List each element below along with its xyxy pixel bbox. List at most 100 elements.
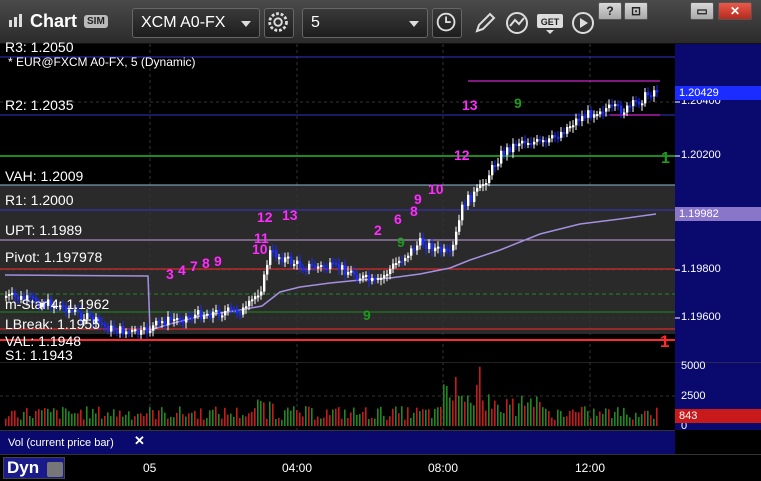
price-bar xyxy=(551,135,554,139)
volume-bar xyxy=(428,409,430,426)
symbol-dropdown[interactable]: XCM A0-FX xyxy=(132,8,260,38)
help-button[interactable]: ? xyxy=(598,2,622,20)
volume-bar xyxy=(95,413,97,426)
volume-bar xyxy=(17,417,19,426)
price-bar xyxy=(644,92,647,104)
seq-10: 10 xyxy=(428,181,444,197)
volume-bar xyxy=(401,406,403,426)
pencil-icon[interactable] xyxy=(472,10,498,36)
price-bar xyxy=(329,262,332,269)
price-bar xyxy=(182,321,185,324)
dynamic-button[interactable]: Dyn xyxy=(3,457,65,479)
price-bar xyxy=(242,307,245,315)
volume-bar xyxy=(230,413,232,426)
volume-bar xyxy=(323,417,325,426)
volume-bar xyxy=(188,413,190,426)
volume-bar xyxy=(458,396,460,426)
volume-bar xyxy=(56,410,58,426)
price-bar xyxy=(260,291,263,296)
settings-button[interactable] xyxy=(264,8,294,38)
volume-bar xyxy=(197,418,199,426)
price-bar xyxy=(542,140,545,143)
volume-bar xyxy=(209,410,211,426)
last-price-tag: 1.20429 xyxy=(675,86,761,100)
price-bar xyxy=(248,300,251,307)
volume-bar xyxy=(275,419,277,426)
price-bar xyxy=(440,246,443,253)
volume-bar xyxy=(425,409,427,426)
volume-bar xyxy=(500,411,502,426)
minimize-button[interactable]: ▭ xyxy=(690,2,714,20)
volume-bar xyxy=(536,396,538,426)
volume-bar xyxy=(176,412,178,426)
price-bar xyxy=(638,101,641,105)
volume-bar xyxy=(479,366,481,426)
price-bar xyxy=(389,268,392,275)
clock-button[interactable] xyxy=(432,8,462,38)
close-icon[interactable]: ✕ xyxy=(134,433,145,449)
volume-bar xyxy=(611,418,613,426)
volume-bar xyxy=(626,414,628,426)
volume-bar xyxy=(482,400,484,426)
restore-button[interactable]: ⊡ xyxy=(624,2,648,20)
price-bar xyxy=(422,238,425,245)
price-bar xyxy=(587,110,590,118)
volume-bar xyxy=(146,413,148,426)
volume-bar xyxy=(638,417,640,426)
volume-bar xyxy=(575,411,577,426)
price-bar xyxy=(650,95,653,98)
price-bar xyxy=(284,257,287,263)
volume-bar xyxy=(338,407,340,426)
volume-bar xyxy=(68,411,70,426)
volume-bar xyxy=(167,418,169,426)
volume-chart[interactable] xyxy=(0,361,761,430)
price-bar xyxy=(620,105,623,114)
volume-bar xyxy=(251,411,253,426)
price-bar xyxy=(335,262,338,265)
price-bar xyxy=(269,250,272,265)
price-bar xyxy=(452,244,455,251)
volume-bar xyxy=(539,401,541,426)
r3-label: R3: 1.2050 xyxy=(5,39,74,55)
price-bar xyxy=(530,142,533,145)
seq-10b: 10 xyxy=(252,241,268,257)
volume-bar xyxy=(404,419,406,426)
volume-bar xyxy=(107,412,109,426)
volume-bar xyxy=(380,406,382,426)
price-tick: 1.20200 xyxy=(681,149,721,161)
get-icon[interactable]: GET xyxy=(536,10,566,36)
price-chart[interactable]: 13 12 10 9 8 6 2 11 12 13 3 4 7 8 9 10 9… xyxy=(0,44,761,362)
price-bar xyxy=(215,309,218,312)
volume-label: Vol (current price bar) xyxy=(8,437,114,449)
price-bar xyxy=(395,263,398,266)
price-bar xyxy=(209,313,212,318)
volume-pane[interactable]: 5000 2500 0 843 xyxy=(0,360,761,432)
price-bar xyxy=(11,292,14,295)
volume-bar xyxy=(449,397,451,426)
price-bar xyxy=(293,264,296,267)
volume-bar xyxy=(542,407,544,426)
seq-7: 7 xyxy=(190,258,198,274)
price-bar xyxy=(578,118,581,122)
volume-bar xyxy=(518,403,520,426)
volume-bar xyxy=(260,401,262,426)
volume-bar xyxy=(344,409,346,426)
price-bar xyxy=(464,204,467,207)
close-button[interactable]: ✕ xyxy=(718,2,752,20)
interval-dropdown[interactable]: 5 xyxy=(302,8,428,38)
s1-label: S1: 1.1943 xyxy=(5,347,73,363)
volume-bar xyxy=(620,416,622,426)
price-bar xyxy=(236,309,239,314)
price-bar xyxy=(107,325,110,332)
price-pane[interactable]: 13 12 10 9 8 6 2 11 12 13 3 4 7 8 9 10 9… xyxy=(0,39,761,363)
volume-bar xyxy=(356,414,358,426)
play-icon[interactable] xyxy=(570,10,596,36)
price-tick: 1.19800 xyxy=(681,263,721,275)
volume-bar xyxy=(596,415,598,426)
volume-bar xyxy=(293,406,295,426)
interval-value: 5 xyxy=(311,14,320,31)
price-bar xyxy=(629,105,632,108)
analysis-icon[interactable] xyxy=(504,10,530,36)
price-bar xyxy=(251,299,254,302)
volume-bar xyxy=(35,411,37,426)
